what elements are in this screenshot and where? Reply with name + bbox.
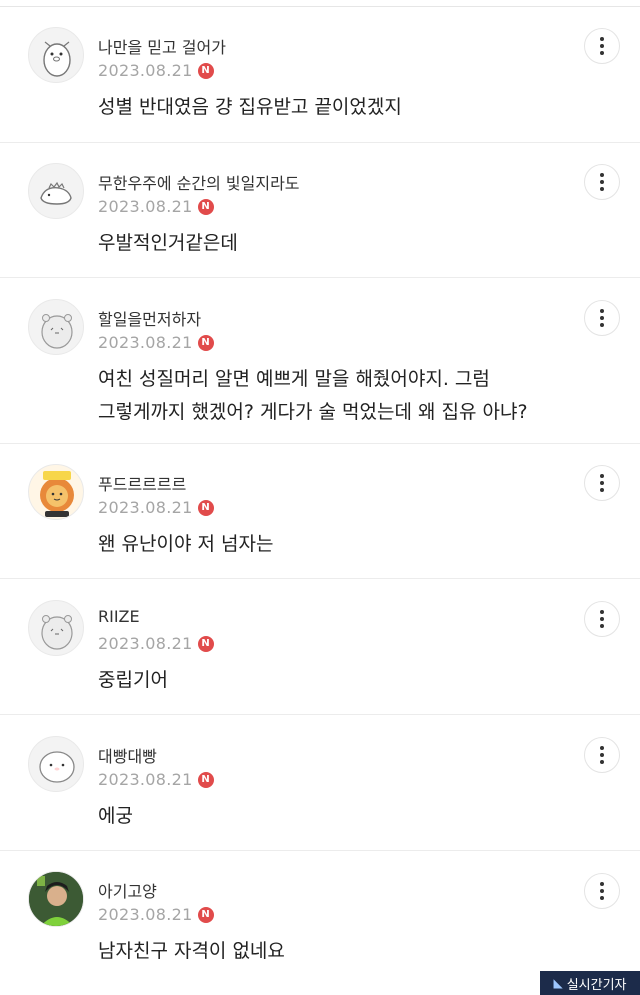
dot-icon	[600, 474, 604, 478]
comment-text-line: 왠 유난이야 저 넘자는	[98, 533, 274, 555]
comment-text-line: 여친 성질머리 알면 예쁘게 말을 해줬어야지. 그럼	[98, 368, 490, 390]
comment-nickname[interactable]: 대빵대빵	[98, 743, 157, 767]
comment-text-line: 에궁	[98, 805, 133, 827]
avatar[interactable]	[28, 600, 84, 656]
dot-icon	[600, 610, 604, 614]
dot-icon	[600, 316, 604, 320]
cartoon-hamster-icon	[41, 615, 73, 650]
comment-meta: 2023.08.21 N	[98, 61, 214, 80]
comment-text-line: 성별 반대였음 걍 집유받고 끝이었겠지	[98, 96, 402, 118]
comment-nickname[interactable]: 할일을먼저하자	[98, 306, 201, 330]
dot-icon	[600, 488, 604, 492]
comment-meta: 2023.08.21 N	[98, 197, 214, 216]
avatar[interactable]	[28, 736, 84, 792]
more-options-button[interactable]	[584, 28, 620, 64]
more-options-button[interactable]	[584, 737, 620, 773]
comment-meta: 2023.08.21 N	[98, 333, 214, 352]
divider	[0, 277, 640, 278]
comment-date: 2023.08.21	[98, 770, 193, 789]
dot-icon	[600, 180, 604, 184]
dot-icon	[600, 51, 604, 55]
comment-date: 2023.08.21	[98, 634, 193, 653]
more-options-button[interactable]	[584, 300, 620, 336]
dot-icon	[600, 889, 604, 893]
comment-text-line: 우발적인거같은데	[98, 232, 238, 254]
comment-meta: 2023.08.21 N	[98, 498, 214, 517]
dot-icon	[600, 323, 604, 327]
more-options-button[interactable]	[584, 601, 620, 637]
divider	[0, 443, 640, 444]
dot-icon	[600, 187, 604, 191]
comment-text: 우발적인거같은데	[98, 227, 578, 260]
comment-text: 왠 유난이야 저 넘자는	[98, 528, 578, 561]
more-options-button[interactable]	[584, 873, 620, 909]
divider	[0, 142, 640, 143]
cartoon-bear-icon	[43, 41, 71, 77]
dot-icon	[600, 760, 604, 764]
divider	[0, 850, 640, 851]
more-options-button[interactable]	[584, 164, 620, 200]
comment-meta: 2023.08.21 N	[98, 770, 214, 789]
dot-icon	[600, 753, 604, 757]
avatar[interactable]	[28, 871, 84, 927]
comment-nickname[interactable]: 푸드르르르르	[98, 471, 186, 495]
comment-nickname[interactable]: RIIZE	[98, 607, 140, 626]
new-badge: N	[197, 906, 214, 923]
new-badge: N	[197, 499, 214, 516]
avatar[interactable]	[28, 163, 84, 219]
cartoon-blob-icon	[39, 751, 75, 783]
dot-icon	[600, 882, 604, 886]
comment-date: 2023.08.21	[98, 333, 193, 352]
cartoon-dino-icon	[40, 181, 72, 205]
divider	[0, 578, 640, 579]
avatar[interactable]	[28, 299, 84, 355]
comment-text-line: 남자친구 자격이 없네요	[98, 940, 285, 962]
photo-avatar-icon	[29, 872, 83, 926]
new-badge: N	[197, 635, 214, 652]
dot-icon	[600, 37, 604, 41]
comment-nickname[interactable]: 아기고양	[98, 878, 157, 902]
comment-date: 2023.08.21	[98, 197, 193, 216]
comment-nickname[interactable]: 무한우주에 순간의 빛일지라도	[98, 170, 300, 194]
comment-text-line: 중립기어	[98, 669, 168, 691]
comment-text: 중립기어	[98, 664, 578, 697]
dot-icon	[600, 746, 604, 750]
new-badge: N	[197, 771, 214, 788]
comment-text: 남자친구 자격이 없네요	[98, 935, 578, 968]
dot-icon	[600, 44, 604, 48]
watermark-icon: ◣	[553, 976, 563, 990]
dot-icon	[600, 624, 604, 628]
dot-icon	[600, 617, 604, 621]
dot-icon	[600, 173, 604, 177]
comment-text: 성별 반대였음 걍 집유받고 끝이었겠지	[98, 91, 578, 124]
top-divider	[0, 6, 640, 7]
comment-text: 여친 성질머리 알면 예쁘게 말을 해줬어야지. 그럼 그렇게까지 했겠어? 게…	[98, 363, 598, 429]
more-options-button[interactable]	[584, 465, 620, 501]
cartoon-lion-icon	[40, 471, 74, 517]
new-badge: N	[197, 198, 214, 215]
new-badge: N	[197, 62, 214, 79]
divider	[0, 714, 640, 715]
new-badge: N	[197, 334, 214, 351]
comment-nickname[interactable]: 나만을 믿고 걸어가	[98, 34, 226, 58]
comment-text-line: 그렇게까지 했겠어? 게다가 술 먹었는데 왜 집유 아냐?	[98, 401, 528, 423]
dot-icon	[600, 481, 604, 485]
cartoon-hamster-icon	[41, 314, 73, 349]
avatar[interactable]	[28, 27, 84, 83]
comment-date: 2023.08.21	[98, 498, 193, 517]
comment-date: 2023.08.21	[98, 61, 193, 80]
comment-meta: 2023.08.21 N	[98, 905, 214, 924]
comment-meta: 2023.08.21 N	[98, 634, 214, 653]
dot-icon	[600, 309, 604, 313]
watermark-logo: ◣ 실시간기자	[540, 971, 640, 995]
dot-icon	[600, 896, 604, 900]
comment-text: 에궁	[98, 800, 578, 833]
comment-date: 2023.08.21	[98, 905, 193, 924]
avatar[interactable]	[28, 464, 84, 520]
watermark-label: 실시간기자	[566, 977, 627, 993]
